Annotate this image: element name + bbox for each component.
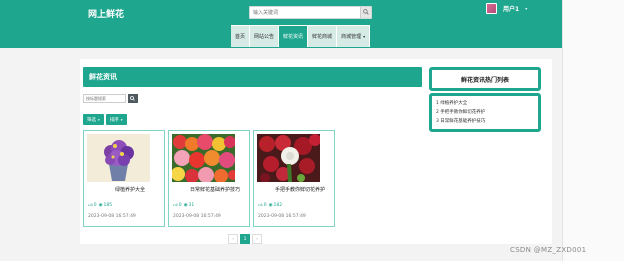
news-card[interactable]: 绿植养护大全 👍︎ 0 ◉ 185 2023-09-08 16:57:49 xyxy=(83,130,165,227)
section-title: 鲜花资讯 xyxy=(83,67,422,87)
main-nav: 首页 网站公告 鲜花资讯 鲜花商城 商城管理 ▾ xyxy=(231,25,371,47)
card-image[interactable] xyxy=(257,134,320,182)
news-card[interactable]: 日常鲜花基础养护技巧 👍︎ 0 ◉ 31 2023-09-08 16:57:49 xyxy=(168,130,250,227)
nav-item-home[interactable]: 首页 xyxy=(231,26,251,47)
hot-news-item[interactable]: 2 手把手教你鲜切花养护 xyxy=(436,108,534,117)
card-title[interactable]: 手把手教你鲜切花养护 xyxy=(254,186,336,193)
card-timestamp: 2023-09-08 16:57:49 xyxy=(258,214,306,219)
filter-dropdown-button[interactable]: 筛选 ▾ xyxy=(83,114,104,125)
news-card[interactable]: 手把手教你鲜切花养护 👍︎ 0 ◉ 182 2023-09-08 16:57:4… xyxy=(253,130,335,227)
card-stats: 👍︎ 0 ◉ 182 xyxy=(258,203,283,208)
card-timestamp: 2023-09-08 16:57:49 xyxy=(173,214,221,219)
eye-icon: ◉ xyxy=(268,203,273,208)
title-filter-input[interactable] xyxy=(83,93,126,103)
header-bar: 网上鲜花 用户1 ▾ 首页 网站公告 鲜花资讯 鲜花商城 商城管理▾ xyxy=(0,0,624,48)
eye-icon: ◉ xyxy=(183,203,188,208)
card-timestamp: 2023-09-08 16:57:49 xyxy=(88,214,136,219)
nav-item-flower-mall[interactable]: 鲜花商城 xyxy=(308,26,338,47)
search-button[interactable] xyxy=(360,7,371,18)
site-logo[interactable]: 网上鲜花 xyxy=(88,7,124,20)
chevron-down-icon: ▾ xyxy=(363,34,366,39)
right-gutter xyxy=(562,0,624,261)
hot-news-panel: 鲜花资讯热门列表 1 绿植养护大全 2 手把手教你鲜切花养护 3 日常鲜花基础养… xyxy=(429,67,541,132)
card-stats: 👍︎ 0 ◉ 185 xyxy=(88,203,113,208)
card-image[interactable] xyxy=(172,134,235,182)
thumbs-up-icon: 👍︎ xyxy=(173,203,178,208)
eye-icon: ◉ xyxy=(98,203,103,208)
search-icon xyxy=(130,95,135,101)
card-title[interactable]: 绿植养护大全 xyxy=(84,186,166,193)
page-button-current[interactable]: 1 xyxy=(240,234,250,244)
card-title[interactable]: 日常鲜花基础养护技巧 xyxy=(169,186,251,193)
news-card-list: 绿植养护大全 👍︎ 0 ◉ 185 2023-09-08 16:57:49 日常… xyxy=(83,130,338,227)
avatar[interactable] xyxy=(486,2,497,14)
filter-search-button[interactable] xyxy=(128,93,138,103)
next-page-button[interactable]: › xyxy=(252,234,262,244)
card-stats: 👍︎ 0 ◉ 31 xyxy=(173,203,195,208)
filter-row xyxy=(83,93,138,103)
chevron-down-icon: ▾ xyxy=(120,117,123,122)
thumbs-up-icon: 👍︎ xyxy=(258,203,263,208)
search-input[interactable] xyxy=(250,7,361,18)
nav-item-flower-news[interactable]: 鲜花资讯 xyxy=(279,26,309,47)
nav-item-announcements[interactable]: 网站公告 xyxy=(250,26,280,47)
hot-news-item[interactable]: 1 绿植养护大全 xyxy=(436,99,534,108)
chevron-down-icon[interactable]: ▾ xyxy=(525,6,527,11)
hot-news-list: 1 绿植养护大全 2 手把手教你鲜切花养护 3 日常鲜花基础养护技巧 xyxy=(429,93,541,132)
prev-page-button[interactable]: ‹ xyxy=(228,234,238,244)
hot-news-item[interactable]: 3 日常鲜花基础养护技巧 xyxy=(436,117,534,126)
thumbs-up-icon: 👍︎ xyxy=(88,203,93,208)
user-menu[interactable]: 用户1 ▾ xyxy=(486,2,527,14)
chevron-down-icon: ▾ xyxy=(98,117,100,122)
search-box xyxy=(249,6,372,19)
user-name[interactable]: 用户1 xyxy=(503,4,519,13)
card-image[interactable] xyxy=(87,134,150,182)
sort-dropdown-button[interactable]: 排序 ▾ xyxy=(105,114,127,125)
nav-item-mall-admin[interactable]: 商城管理 ▾ xyxy=(337,26,371,47)
pagination: ‹ 1 › xyxy=(228,234,264,244)
search-icon xyxy=(363,9,369,15)
watermark: CSDN @MZ_ZXD001 xyxy=(510,246,587,254)
sort-buttons: 筛选 ▾ 排序 ▾ xyxy=(83,114,129,125)
hot-news-title: 鲜花资讯热门列表 xyxy=(429,67,541,91)
